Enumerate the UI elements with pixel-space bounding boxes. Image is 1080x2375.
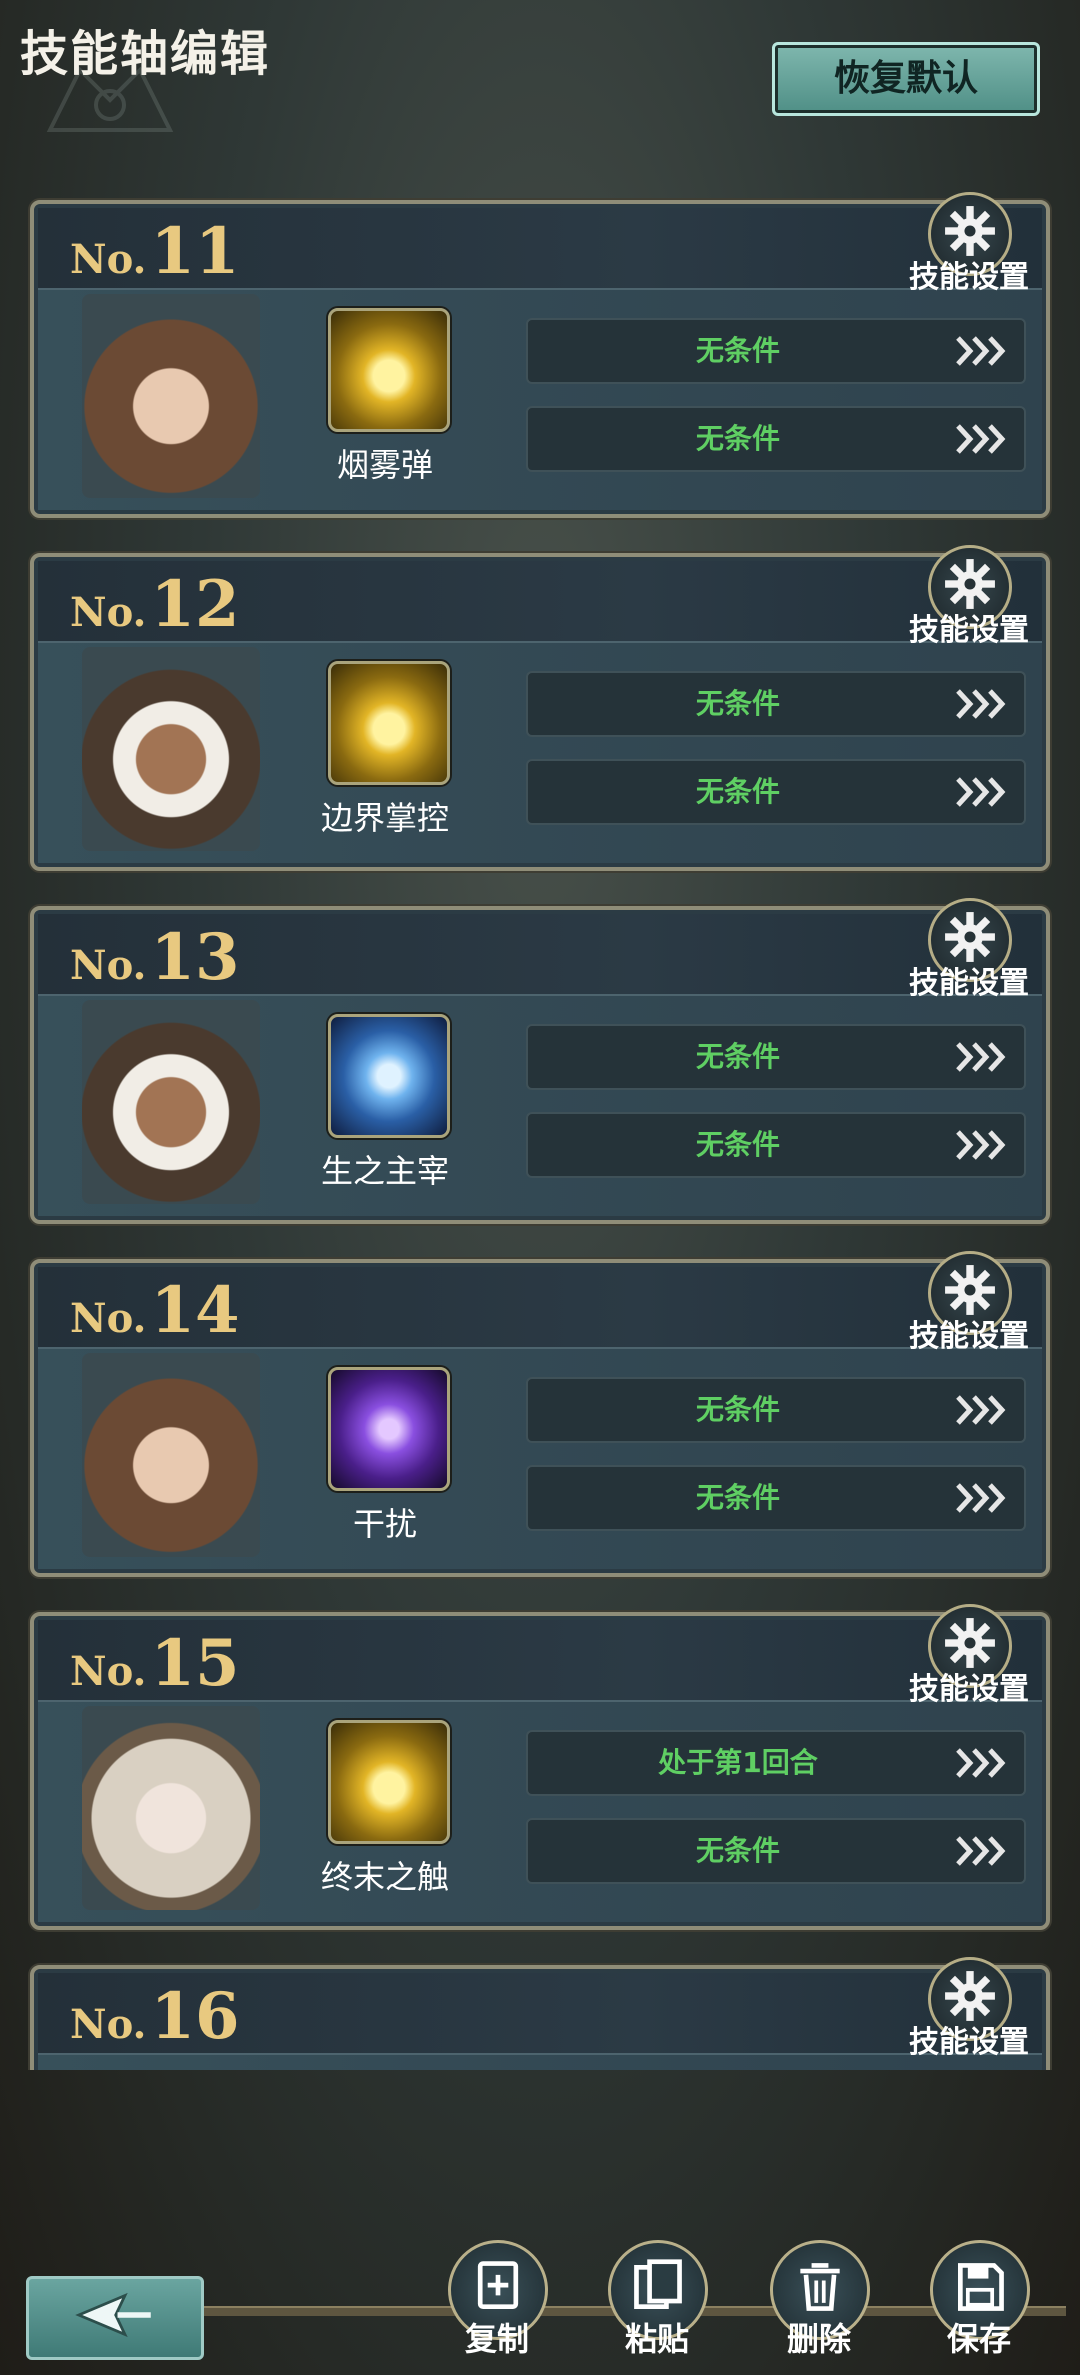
- triple-chevron-icon: [956, 1042, 1006, 1072]
- triple-chevron-icon: [956, 1130, 1006, 1160]
- skill-settings-button[interactable]: 技能设置: [886, 190, 1029, 300]
- bottom-toolbar: 复制 粘贴 删除 保存: [0, 2236, 1080, 2375]
- character-portrait: [82, 1706, 260, 1910]
- condition-text: 无条件: [695, 1040, 780, 1073]
- triple-chevron-icon: [956, 424, 1006, 454]
- skill-name: 边界掌控: [320, 799, 449, 837]
- skill-card: No.13 技能设置 生之主宰 无条件 无条件: [30, 896, 1050, 1224]
- skill-card: No.16 技能设置: [30, 1955, 1050, 2070]
- skill-name: 终末之触: [320, 1858, 449, 1896]
- card-number: No.13: [70, 920, 240, 995]
- top-bar: 技能轴编辑 恢复默认: [0, 0, 1080, 170]
- condition-text: 无条件: [695, 1834, 780, 1867]
- character-portrait: [82, 1353, 260, 1557]
- paste-button[interactable]: 粘贴: [602, 2240, 712, 2370]
- save-button[interactable]: 保存: [924, 2240, 1034, 2370]
- card-number: No.16: [70, 1979, 240, 2054]
- condition-selector[interactable]: 无条件: [526, 406, 1026, 472]
- skill-card: No.11 技能设置 烟雾弹 无条件 无条件: [30, 190, 1050, 518]
- golden-figure-icon[interactable]: [328, 661, 450, 785]
- condition-selector[interactable]: 无条件: [526, 1024, 1026, 1090]
- character-portrait: [82, 294, 260, 498]
- condition-selector[interactable]: 无条件: [526, 1112, 1026, 1178]
- triple-chevron-icon: [956, 689, 1006, 719]
- copy-button[interactable]: 复制: [442, 2240, 552, 2370]
- card-number: No.15: [70, 1626, 240, 1701]
- condition-text: 无条件: [695, 422, 780, 455]
- triple-chevron-icon: [956, 1836, 1006, 1866]
- purple-ghost-icon[interactable]: [328, 1367, 450, 1491]
- condition-selector[interactable]: 无条件: [526, 1377, 1026, 1443]
- golden-figure-icon[interactable]: [328, 308, 450, 432]
- condition-text: 无条件: [695, 334, 780, 367]
- skill-settings-button[interactable]: 技能设置: [886, 1955, 1029, 2065]
- arrow-left-icon: [75, 2292, 151, 2338]
- condition-selector[interactable]: 无条件: [526, 671, 1026, 737]
- settings-label: 技能设置: [909, 613, 1029, 648]
- settings-label: 技能设置: [909, 1672, 1029, 1707]
- skill-card: No.12 技能设置 边界掌控 无条件 无条件: [30, 543, 1050, 871]
- character-portrait: [82, 1000, 260, 1204]
- triple-chevron-icon: [956, 336, 1006, 366]
- condition-text: 处于第1回合: [658, 1746, 818, 1779]
- triple-chevron-icon: [956, 1748, 1006, 1778]
- golden-figure-icon[interactable]: [328, 1720, 450, 1844]
- triple-chevron-icon: [956, 777, 1006, 807]
- condition-selector[interactable]: 无条件: [526, 759, 1026, 825]
- settings-label: 技能设置: [909, 2025, 1029, 2060]
- condition-text: 无条件: [695, 1128, 780, 1161]
- page-title: 技能轴编辑: [20, 26, 271, 82]
- delete-button[interactable]: 删除: [764, 2240, 874, 2370]
- skill-name: 生之主宰: [320, 1152, 449, 1190]
- skill-settings-button[interactable]: 技能设置: [886, 1249, 1029, 1359]
- condition-text: 无条件: [695, 775, 780, 808]
- condition-text: 无条件: [695, 687, 780, 720]
- skill-settings-button[interactable]: 技能设置: [886, 896, 1029, 1006]
- condition-text: 无条件: [695, 1393, 780, 1426]
- skill-card: No.14 技能设置 干扰 无条件 无条件: [30, 1249, 1050, 1577]
- skill-name: 烟雾弹: [336, 446, 433, 484]
- character-portrait: [82, 647, 260, 851]
- skill-name: 干扰: [352, 1505, 417, 1543]
- skill-settings-button[interactable]: 技能设置: [886, 543, 1029, 653]
- paste-label: 粘贴: [624, 2320, 689, 2358]
- copy-label: 复制: [464, 2320, 529, 2358]
- save-label: 保存: [946, 2320, 1011, 2358]
- settings-label: 技能设置: [909, 966, 1029, 1001]
- condition-selector[interactable]: 无条件: [526, 1465, 1026, 1531]
- condition-selector[interactable]: 无条件: [526, 1818, 1026, 1884]
- back-button[interactable]: [26, 2276, 204, 2360]
- settings-label: 技能设置: [909, 1319, 1029, 1354]
- triple-chevron-icon: [956, 1483, 1006, 1513]
- skill-card: No.15 技能设置 终末之触 处于第1回合 无条件: [30, 1602, 1050, 1930]
- skill-timeline-list[interactable]: No.11 技能设置 烟雾弹 无条件 无条件 No.12 技能设置 边界掌控 无…: [0, 190, 1080, 2070]
- condition-selector[interactable]: 处于第1回合: [526, 1730, 1026, 1796]
- skill-settings-button[interactable]: 技能设置: [886, 1602, 1029, 1712]
- blue-shield-icon[interactable]: [328, 1014, 450, 1138]
- settings-label: 技能设置: [909, 260, 1029, 295]
- triple-chevron-icon: [956, 1395, 1006, 1425]
- card-number: No.14: [70, 1273, 240, 1348]
- condition-selector[interactable]: 无条件: [526, 318, 1026, 384]
- card-number: No.12: [70, 567, 240, 642]
- card-number: No.11: [70, 214, 240, 289]
- condition-text: 无条件: [695, 1481, 780, 1514]
- delete-label: 删除: [786, 2320, 851, 2358]
- restore-default-button[interactable]: 恢复默认: [772, 42, 1040, 116]
